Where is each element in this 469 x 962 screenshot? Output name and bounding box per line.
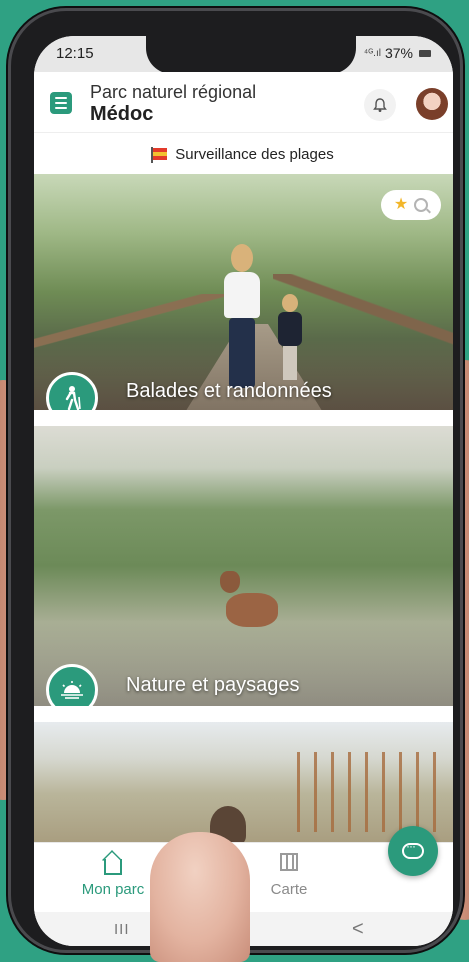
park-title: Médoc <box>90 103 154 125</box>
home-icon <box>104 859 122 875</box>
walking-woman <box>224 244 260 394</box>
pointing-finger <box>150 832 250 962</box>
bell-icon <box>373 98 387 112</box>
search-icon[interactable] <box>414 198 429 212</box>
flag-icon <box>151 147 168 163</box>
dune-fence <box>283 752 443 832</box>
card-dunes[interactable] <box>34 722 453 842</box>
card-walks-hikes[interactable]: ★ Balades et randonnées <box>34 174 453 410</box>
recent-apps-button[interactable]: III <box>114 921 130 938</box>
hamburger-menu-icon[interactable] <box>50 92 72 114</box>
card-nature-landscapes[interactable]: Nature et paysages <box>34 426 453 706</box>
app-header: Parc naturel régional Médoc <box>34 72 453 132</box>
beach-surveillance-banner[interactable]: Surveillance des plages <box>34 132 453 176</box>
status-indicators: ⁴ᴳ.ıl 37% <box>364 45 431 61</box>
nav-item-map[interactable]: Carte <box>244 853 334 898</box>
battery-percentage: 37% <box>384 45 413 61</box>
star-icon[interactable]: ★ <box>394 197 408 213</box>
battery-icon <box>419 49 431 57</box>
notifications-button[interactable] <box>364 89 396 121</box>
banner-text: Surveillance des plages <box>175 145 334 163</box>
sunset-icon <box>46 664 98 706</box>
park-subtitle: Parc naturel régional <box>90 82 257 102</box>
camera-notch <box>146 36 356 74</box>
walking-child <box>278 294 302 384</box>
back-button[interactable]: < <box>352 918 364 941</box>
status-bar: 12:15 ⁴ᴳ.ıl 37% <box>34 36 453 74</box>
chat-icon <box>402 839 424 859</box>
hiker-icon <box>46 372 98 410</box>
nav-label: Carte <box>270 881 308 898</box>
card-label: Balades et randonnées <box>126 380 332 402</box>
chat-button[interactable] <box>388 826 438 876</box>
card-label: Nature et paysages <box>126 674 300 696</box>
nav-label: Mon parc <box>81 881 145 898</box>
user-avatar[interactable] <box>416 88 448 120</box>
signal-icon: ⁴ᴳ.ıl <box>363 47 381 59</box>
favorites-search-pill[interactable]: ★ <box>381 190 441 220</box>
phone-frame: 12:15 ⁴ᴳ.ıl 37% Parc naturel régional Mé… <box>8 8 463 953</box>
deer-figure <box>214 571 284 641</box>
nav-item-my-park[interactable]: Mon parc <box>68 853 158 898</box>
map-icon <box>280 853 298 871</box>
phone-screen: 12:15 ⁴ᴳ.ıl 37% Parc naturel régional Mé… <box>34 36 453 946</box>
status-time: 12:15 <box>56 45 94 62</box>
bridge-railing-left <box>34 294 224 354</box>
